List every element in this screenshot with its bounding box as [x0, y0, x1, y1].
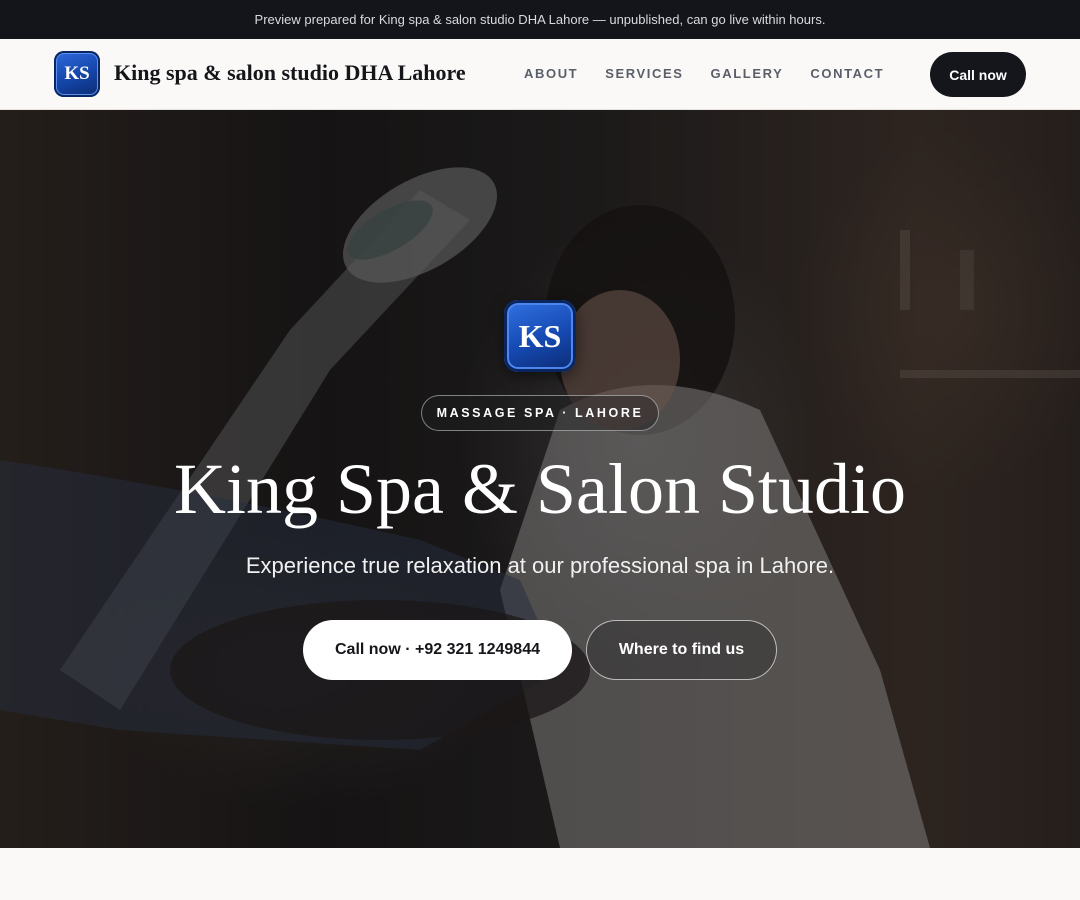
nav-link-contact[interactable]: CONTACT	[810, 66, 884, 81]
nav-link-gallery[interactable]: GALLERY	[711, 66, 784, 81]
nav-link-about[interactable]: ABOUT	[524, 66, 578, 81]
where-to-find-us-button[interactable]: Where to find us	[586, 620, 777, 680]
brand-name[interactable]: King spa & salon studio DHA Lahore	[114, 60, 466, 86]
hero-logo: KS	[504, 300, 576, 372]
preview-notice-text: Preview prepared for King spa & salon st…	[254, 12, 826, 27]
hero-subtitle: Experience true relaxation at our profes…	[245, 553, 835, 578]
hero-section: KS MASSAGE SPA · LAHORE King Spa & Salon…	[0, 110, 1080, 848]
header-call-button[interactable]: Call now	[930, 52, 1026, 97]
brand-logo-text: KS	[64, 63, 90, 84]
hero-call-button[interactable]: Call now · +92 321 1249844	[303, 620, 572, 680]
hero-title: King Spa & Salon Studio	[173, 449, 907, 529]
preview-notice-bar: Preview prepared for King spa & salon st…	[0, 0, 1080, 39]
main-nav: ABOUT SERVICES GALLERY CONTACT	[524, 66, 911, 81]
nav-link-services[interactable]: SERVICES	[605, 66, 683, 81]
site-header: KS King spa & salon studio DHA Lahore AB…	[0, 39, 1080, 110]
brand-logo[interactable]: KS	[54, 51, 100, 97]
hero-badge: MASSAGE SPA · LAHORE	[421, 395, 659, 431]
hero-logo-text: KS	[518, 317, 562, 354]
